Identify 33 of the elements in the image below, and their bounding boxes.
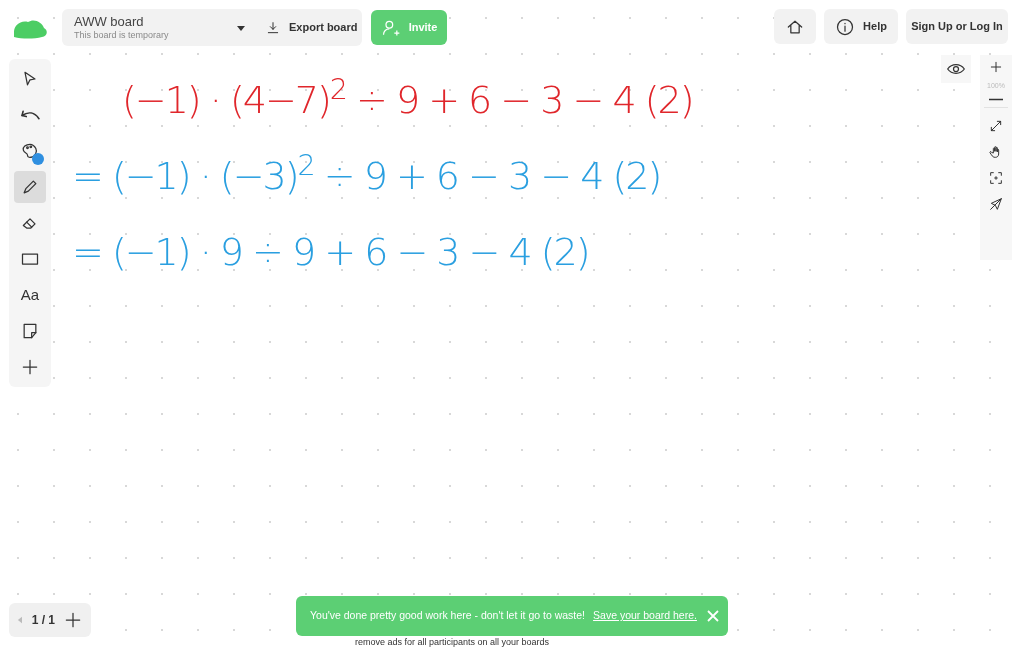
board-name[interactable]: AWW board [74, 13, 237, 30]
view-button[interactable] [941, 55, 971, 83]
export-button[interactable]: Export board [265, 19, 358, 36]
caret-icon[interactable] [237, 23, 245, 32]
page-indicator: 1 / 1 [31, 612, 55, 629]
minus-icon [989, 97, 1003, 101]
help-button[interactable]: Help [824, 9, 898, 44]
undo-icon [20, 110, 40, 120]
handwritten-equation: = (−1) · (−3)$^{2}$ ÷ 9 + 6 − 3 − 4 (2) [72, 148, 662, 200]
focus-button[interactable] [988, 169, 1004, 186]
login-button[interactable]: Sign Up or Log In [906, 9, 1008, 44]
plane-icon [988, 195, 1004, 212]
zoom-in-button[interactable] [988, 59, 1004, 75]
board-note: This board is temporary [74, 30, 170, 42]
plus-icon [988, 59, 1004, 75]
palette-icon [20, 141, 40, 161]
focus-icon [988, 169, 1004, 186]
pointer-button[interactable] [988, 195, 1004, 212]
close-icon [704, 608, 721, 624]
pen-tool-button[interactable] [14, 171, 46, 203]
toast-message: You've done pretty good work here - don't let it go to waste! [310, 608, 586, 624]
text-tool-button[interactable]: Aa [14, 279, 46, 311]
home-button[interactable] [774, 9, 816, 44]
plus-icon [63, 610, 83, 630]
footer-text: remove ads for all participants on all your boards [355, 637, 550, 647]
handwritten-equation: (−1) · (4−7)$^{2}$ ÷ 9 + 6 − 3 − 4 (2) [122, 72, 693, 124]
text-tool-label: Aa [20, 284, 40, 305]
add-page-button[interactable] [63, 610, 83, 630]
plus-icon [20, 357, 40, 377]
download-icon [265, 19, 281, 36]
zoom-out-button[interactable] [989, 97, 1003, 101]
handwritten-equation: = (−1) · 9 ÷ 9 + 6 − 3 − 4 (2) [72, 229, 590, 276]
info-icon [835, 16, 856, 37]
